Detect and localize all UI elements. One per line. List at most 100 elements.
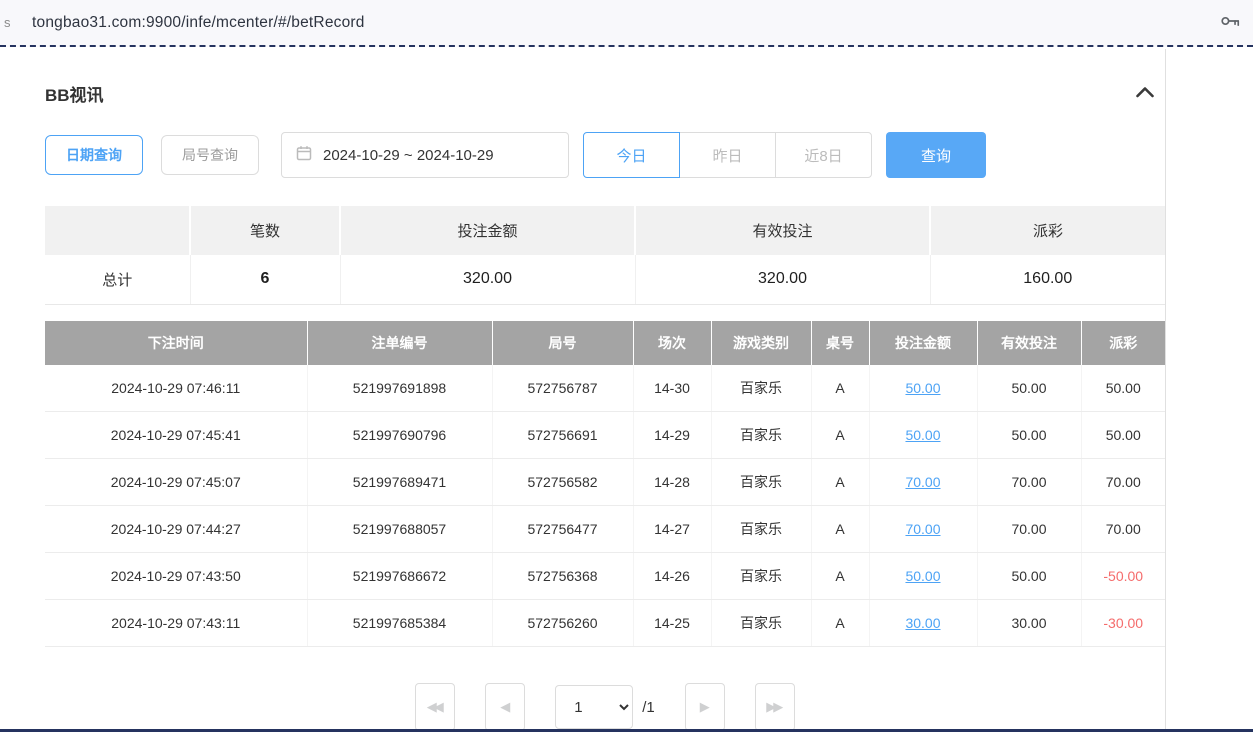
- round-no-cell: 572756260: [492, 600, 633, 647]
- valid-bet-cell: 70.00: [977, 459, 1081, 506]
- order-no-cell: 521997688057: [307, 506, 492, 553]
- key-icon: [1219, 10, 1241, 35]
- page-title: BB视讯: [45, 81, 104, 106]
- date-range-value: 2024-10-29 ~ 2024-10-29: [323, 147, 494, 164]
- game-type-cell: 百家乐: [711, 459, 811, 506]
- order-no-cell: 521997686672: [307, 553, 492, 600]
- summary-header-empty: [45, 206, 190, 255]
- session-cell: 14-27: [633, 506, 711, 553]
- bet-records-table: 下注时间 注单编号 局号 场次 游戏类别 桌号 投注金额 有效投注 派彩 202…: [45, 321, 1165, 648]
- bet-time-cell: 2024-10-29 07:43:50: [45, 553, 307, 600]
- summary-valid-bet-value: 320.00: [635, 255, 930, 304]
- col-header-session: 场次: [633, 321, 711, 365]
- url-text[interactable]: tongbao31.com:9900/infe/mcenter/#/betRec…: [32, 14, 1219, 32]
- bet-amount-link[interactable]: 70.00: [905, 521, 940, 537]
- payout-cell: 70.00: [1081, 506, 1165, 553]
- payout-cell: -50.00: [1081, 553, 1165, 600]
- table-no-cell: A: [811, 459, 869, 506]
- last-page-icon: ▶▶: [766, 699, 780, 715]
- session-cell: 14-25: [633, 600, 711, 647]
- bet-amount-cell: 70.00: [869, 506, 977, 553]
- bet-amount-cell: 50.00: [869, 553, 977, 600]
- table-row: 2024-10-29 07:45:07 521997689471 5727565…: [45, 459, 1165, 506]
- payout-cell: 50.00: [1081, 412, 1165, 459]
- valid-bet-cell: 50.00: [977, 412, 1081, 459]
- date-range-input[interactable]: 2024-10-29 ~ 2024-10-29: [281, 132, 569, 178]
- chevron-up-icon: [1135, 87, 1155, 102]
- address-bar: s tongbao31.com:9900/infe/mcenter/#/betR…: [0, 0, 1253, 47]
- table-no-cell: A: [811, 506, 869, 553]
- scrollbar-gutter[interactable]: [1165, 49, 1253, 732]
- page-select[interactable]: 1: [555, 685, 633, 729]
- summary-header-row: 笔数 投注金额 有效投注 派彩: [45, 206, 1165, 255]
- bet-amount-cell: 50.00: [869, 365, 977, 412]
- order-no-cell: 521997690796: [307, 412, 492, 459]
- round-no-cell: 572756691: [492, 412, 633, 459]
- table-row: 2024-10-29 07:45:41 521997690796 5727566…: [45, 412, 1165, 459]
- next-page-icon: ▶: [700, 699, 710, 715]
- summary-total-row: 总计 6 320.00 320.00 160.00: [45, 255, 1165, 304]
- today-button[interactable]: 今日: [583, 132, 680, 178]
- bet-amount-cell: 70.00: [869, 459, 977, 506]
- bet-amount-link[interactable]: 70.00: [905, 474, 940, 490]
- table-no-cell: A: [811, 553, 869, 600]
- summary-payout-value: 160.00: [930, 255, 1165, 304]
- order-no-cell: 521997691898: [307, 365, 492, 412]
- bet-amount-link[interactable]: 50.00: [905, 380, 940, 396]
- yesterday-button[interactable]: 昨日: [679, 132, 776, 178]
- bet-time-cell: 2024-10-29 07:45:41: [45, 412, 307, 459]
- table-row: 2024-10-29 07:46:11 521997691898 5727567…: [45, 365, 1165, 412]
- bet-amount-link[interactable]: 50.00: [905, 427, 940, 443]
- last-8-days-button[interactable]: 近8日: [775, 132, 872, 178]
- valid-bet-cell: 30.00: [977, 600, 1081, 647]
- table-no-cell: A: [811, 365, 869, 412]
- main-content: BB视讯 日期查询 局号查询 2024-10-29 ~ 2024-10-29 今…: [45, 47, 1165, 731]
- summary-bet-amount-value: 320.00: [340, 255, 635, 304]
- prev-page-icon: ◀: [500, 699, 510, 715]
- clipped-edge-text: s: [4, 15, 16, 30]
- first-page-button[interactable]: ◀◀: [415, 683, 455, 731]
- payout-cell: 70.00: [1081, 459, 1165, 506]
- prev-page-button[interactable]: ◀: [485, 683, 525, 731]
- session-cell: 14-28: [633, 459, 711, 506]
- col-header-payout: 派彩: [1081, 321, 1165, 365]
- bet-amount-link[interactable]: 30.00: [905, 615, 940, 631]
- order-no-cell: 521997689471: [307, 459, 492, 506]
- filter-bar: 日期查询 局号查询 2024-10-29 ~ 2024-10-29 今日 昨日 …: [45, 132, 1165, 178]
- valid-bet-cell: 50.00: [977, 553, 1081, 600]
- summary-header-valid-bet: 有效投注: [635, 206, 930, 255]
- date-query-tab[interactable]: 日期查询: [45, 135, 143, 175]
- bet-amount-cell: 30.00: [869, 600, 977, 647]
- col-header-valid-bet: 有效投注: [977, 321, 1081, 365]
- first-page-icon: ◀◀: [427, 699, 441, 715]
- last-page-button[interactable]: ▶▶: [755, 683, 795, 731]
- round-no-cell: 572756368: [492, 553, 633, 600]
- session-cell: 14-30: [633, 365, 711, 412]
- table-no-cell: A: [811, 600, 869, 647]
- summary-header-count: 笔数: [190, 206, 340, 255]
- summary-row-label: 总计: [45, 255, 190, 304]
- game-type-cell: 百家乐: [711, 506, 811, 553]
- summary-header-payout: 派彩: [930, 206, 1165, 255]
- game-type-cell: 百家乐: [711, 553, 811, 600]
- password-key-button[interactable]: [1219, 10, 1241, 35]
- order-no-cell: 521997685384: [307, 600, 492, 647]
- col-header-table-no: 桌号: [811, 321, 869, 365]
- bet-time-cell: 2024-10-29 07:46:11: [45, 365, 307, 412]
- page-indicator: 1 /1: [555, 685, 655, 729]
- col-header-game-type: 游戏类别: [711, 321, 811, 365]
- bet-amount-link[interactable]: 50.00: [905, 568, 940, 584]
- bet-time-cell: 2024-10-29 07:45:07: [45, 459, 307, 506]
- summary-table: 笔数 投注金额 有效投注 派彩 总计 6 320.00 320.00 160.0…: [45, 206, 1165, 305]
- records-header-row: 下注时间 注单编号 局号 场次 游戏类别 桌号 投注金额 有效投注 派彩: [45, 321, 1165, 365]
- search-button[interactable]: 查询: [886, 132, 986, 178]
- valid-bet-cell: 50.00: [977, 365, 1081, 412]
- session-cell: 14-26: [633, 553, 711, 600]
- game-type-cell: 百家乐: [711, 600, 811, 647]
- page: s tongbao31.com:9900/infe/mcenter/#/betR…: [0, 0, 1253, 732]
- payout-cell: 50.00: [1081, 365, 1165, 412]
- round-query-tab[interactable]: 局号查询: [161, 135, 259, 175]
- col-header-bet-amount: 投注金额: [869, 321, 977, 365]
- collapse-panel-button[interactable]: [1131, 82, 1159, 106]
- next-page-button[interactable]: ▶: [685, 683, 725, 731]
